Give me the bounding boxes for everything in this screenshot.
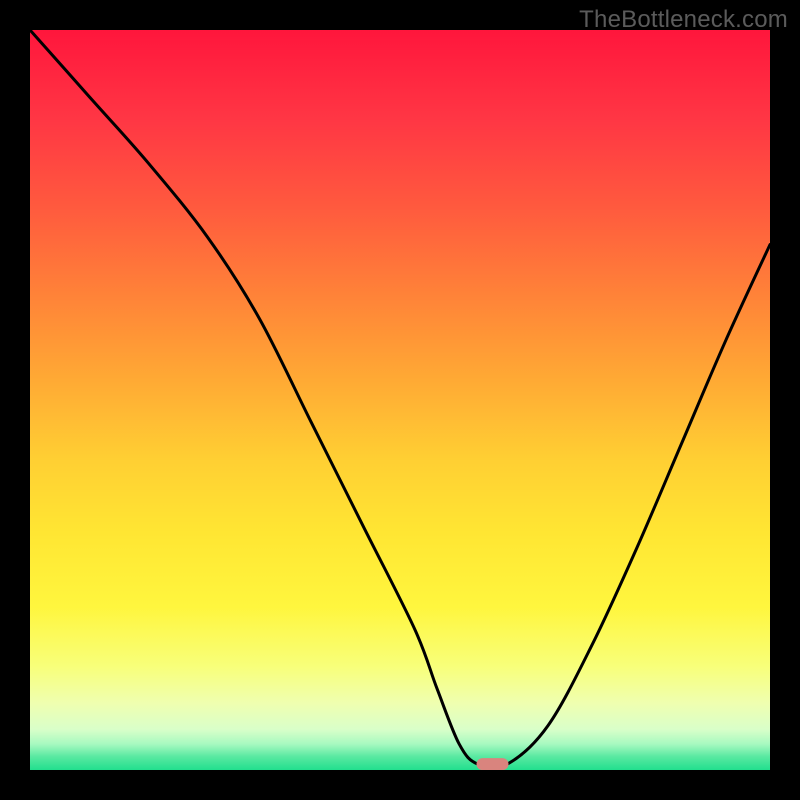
- watermark-text: TheBottleneck.com: [579, 6, 788, 34]
- chart-frame: TheBottleneck.com: [0, 0, 800, 800]
- optimal-marker: [477, 758, 509, 770]
- bottleneck-plot: [30, 30, 770, 770]
- gradient-background: [30, 30, 770, 770]
